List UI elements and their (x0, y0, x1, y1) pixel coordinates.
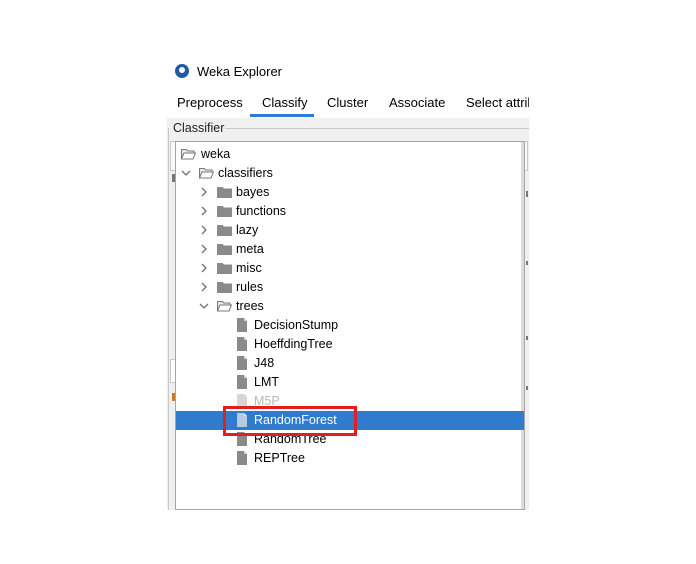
tree-node-label: lazy (236, 223, 259, 237)
tree-node-label: meta (236, 242, 264, 256)
folder-icon (217, 187, 232, 198)
document-icon (237, 375, 247, 389)
highlight-annotation-box (223, 406, 357, 436)
tree-leaf-label: J48 (254, 356, 275, 370)
weka-bird-icon (175, 64, 189, 78)
chevron-down-icon[interactable] (197, 299, 211, 313)
folder-icon (217, 206, 232, 217)
tab-classify[interactable]: Classify (262, 95, 308, 110)
classifier-group-label: Classifier (173, 121, 225, 135)
tree-node-trees[interactable]: trees (176, 297, 524, 316)
folder-icon (217, 282, 232, 293)
tree-node-label: misc (236, 261, 262, 275)
tree-node-meta[interactable]: meta (176, 240, 524, 259)
document-icon (237, 318, 247, 332)
tree-node-label: weka (201, 147, 231, 161)
open-folder-icon (181, 149, 196, 160)
folder-icon (217, 244, 232, 255)
chevron-right-icon[interactable] (197, 204, 211, 218)
background-fragment (526, 191, 528, 197)
tree-node-functions[interactable]: functions (176, 202, 524, 221)
tree-node-misc[interactable]: misc (176, 259, 524, 278)
open-folder-icon (199, 168, 214, 179)
classifier-tree-popup[interactable]: weka classifiers bayes functions lazy me… (175, 141, 525, 510)
tab-cluster[interactable]: Cluster (327, 95, 368, 110)
tree-node-label: functions (236, 204, 287, 218)
background-fragment (526, 336, 528, 340)
background-fragment (526, 386, 528, 390)
classifier-group-border (225, 128, 529, 129)
open-folder-icon (217, 301, 232, 312)
tree-leaf-reptree[interactable]: REPTree (176, 449, 524, 468)
tree-leaf-label: LMT (254, 375, 279, 389)
document-icon (237, 356, 247, 370)
classifier-group-border-left (168, 128, 169, 510)
chevron-right-icon[interactable] (197, 185, 211, 199)
tree-node-weka[interactable]: weka (176, 145, 524, 164)
background-fragment (526, 261, 528, 265)
document-icon (237, 337, 247, 351)
chevron-right-icon[interactable] (197, 280, 211, 294)
chevron-right-icon[interactable] (197, 223, 211, 237)
chevron-right-icon[interactable] (197, 242, 211, 256)
chevron-right-icon[interactable] (197, 261, 211, 275)
tree-leaf-label: REPTree (254, 451, 305, 465)
tree-leaf-j48[interactable]: J48 (176, 354, 524, 373)
tab-associate[interactable]: Associate (389, 95, 445, 110)
tree-leaf-decisionstump[interactable]: DecisionStump (176, 316, 524, 335)
document-icon (237, 451, 247, 465)
chevron-down-icon[interactable] (179, 166, 193, 180)
tree-node-bayes[interactable]: bayes (176, 183, 524, 202)
tree-leaf-label: HoeffdingTree (254, 337, 333, 351)
tree-node-classifiers[interactable]: classifiers (176, 164, 524, 183)
tab-bar: Preprocess Classify Cluster Associate Se… (167, 86, 529, 118)
tab-preprocess[interactable]: Preprocess (177, 95, 243, 110)
tree-node-label: trees (236, 299, 264, 313)
title-bar: Weka Explorer (167, 56, 529, 86)
tab-select-attributes[interactable]: Select attrib (466, 95, 529, 110)
active-tab-indicator (250, 114, 314, 117)
tree-leaf-lmt[interactable]: LMT (176, 373, 524, 392)
window-title: Weka Explorer (197, 64, 283, 79)
tree-leaf-hoeffdingtree[interactable]: HoeffdingTree (176, 335, 524, 354)
tree-node-label: rules (236, 280, 264, 294)
tree-node-lazy[interactable]: lazy (176, 221, 524, 240)
tree-node-label: bayes (236, 185, 270, 199)
folder-icon (217, 263, 232, 274)
folder-icon (217, 225, 232, 236)
tree-node-rules[interactable]: rules (176, 278, 524, 297)
tree-leaf-label: DecisionStump (254, 318, 339, 332)
tree-node-label: classifiers (218, 166, 273, 180)
